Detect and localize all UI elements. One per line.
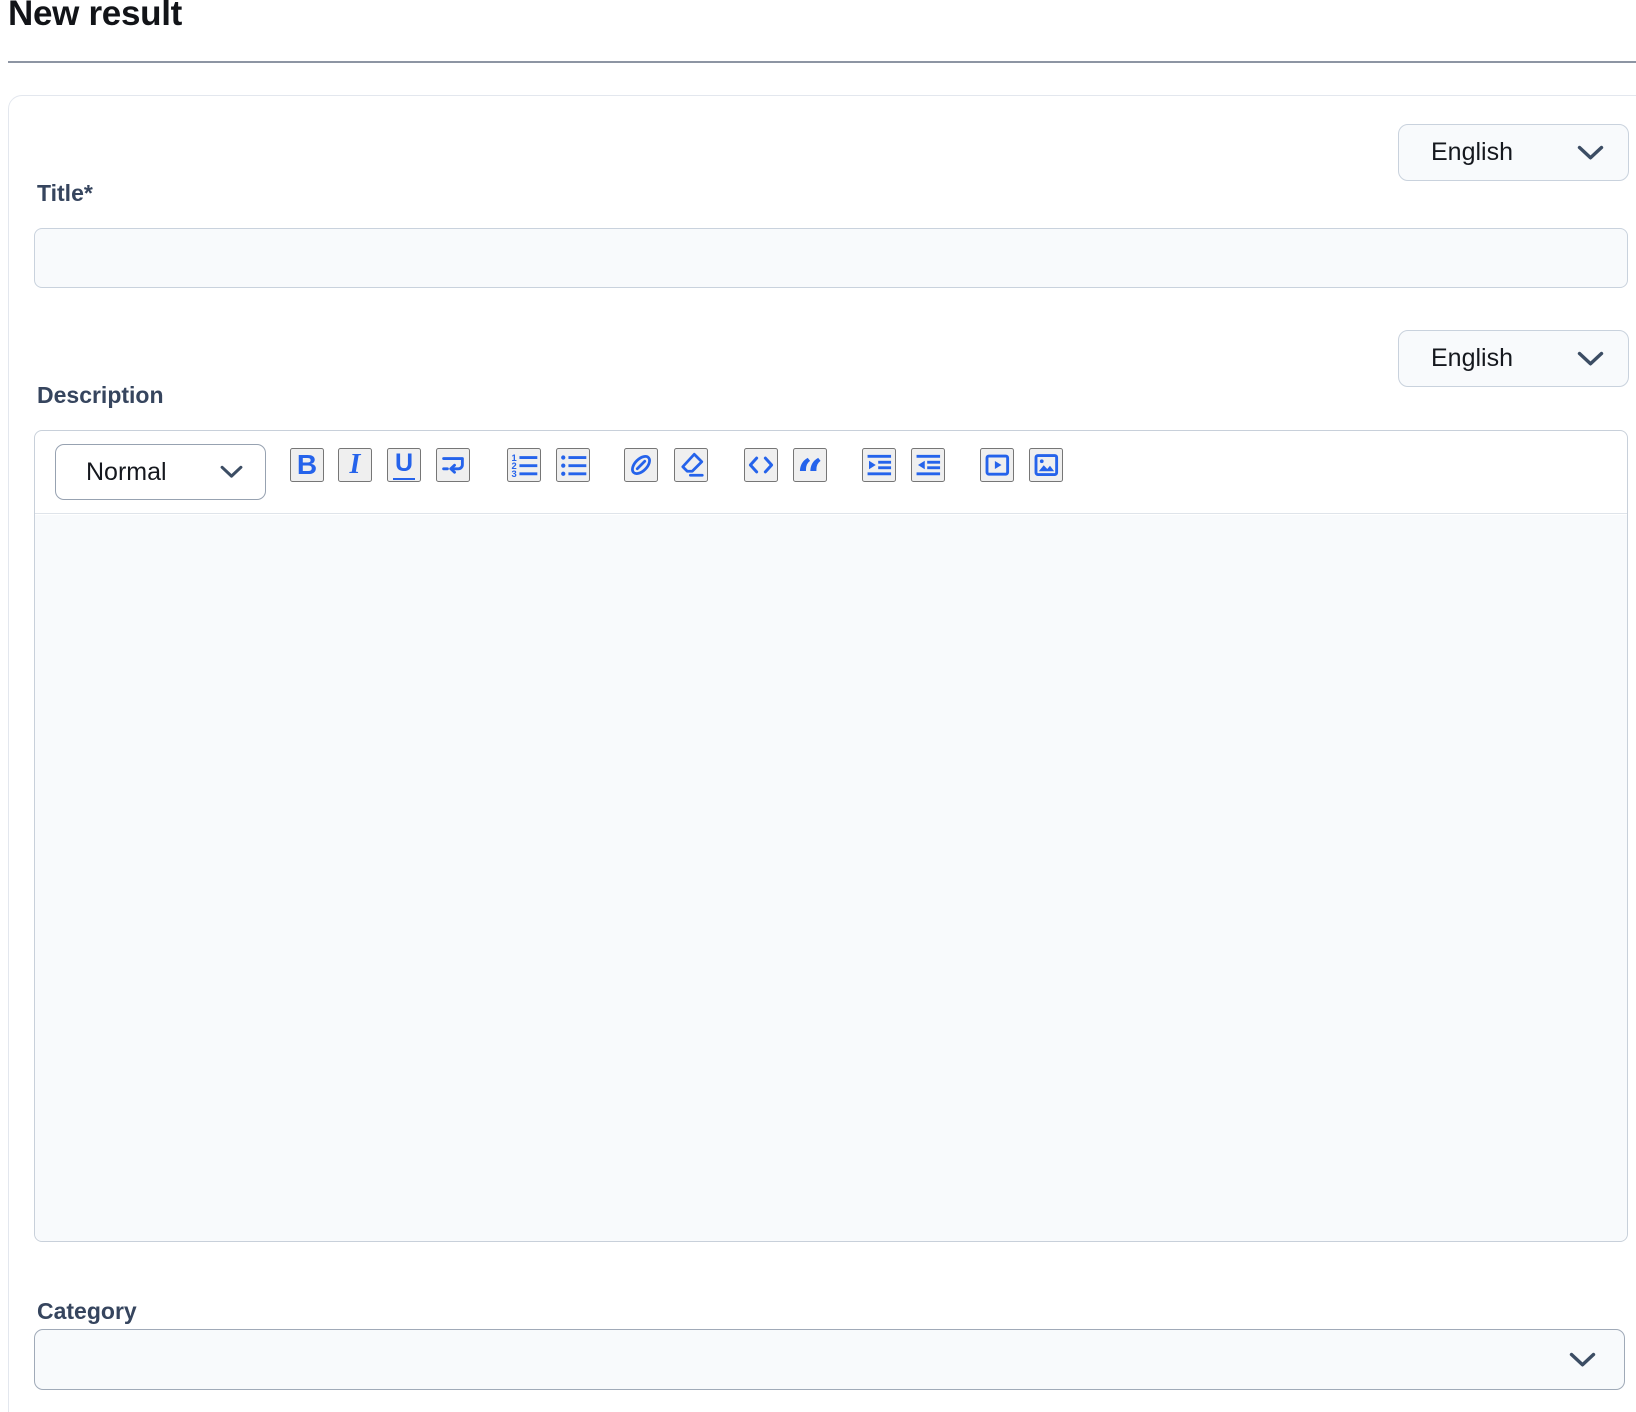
italic-icon: I xyxy=(350,448,361,482)
video-icon xyxy=(982,450,1012,480)
indent-icon xyxy=(864,450,894,480)
blockquote-icon: “ xyxy=(797,464,823,488)
chevron-down-icon xyxy=(1577,351,1604,367)
bold-icon: B xyxy=(297,448,317,482)
page: New result English Title* English Descri… xyxy=(0,0,1636,1412)
svg-text:3: 3 xyxy=(512,469,517,479)
ordered-list-button[interactable]: 123 xyxy=(507,448,541,482)
italic-button[interactable]: I xyxy=(338,448,372,482)
image-button[interactable] xyxy=(1029,448,1063,482)
category-label: Category xyxy=(37,1298,137,1325)
description-label: Description xyxy=(37,382,164,409)
code-icon xyxy=(746,450,776,480)
divider xyxy=(8,61,1636,63)
description-language-select[interactable]: English xyxy=(1398,330,1629,387)
page-title: New result xyxy=(8,0,182,34)
editor-toolbar: Normal B I U xyxy=(35,431,1627,514)
indent-button[interactable] xyxy=(862,448,896,482)
clean-format-icon xyxy=(676,450,706,480)
chevron-down-icon xyxy=(220,465,243,479)
underline-button[interactable]: U xyxy=(387,448,421,482)
line-break-button[interactable] xyxy=(436,448,470,482)
outdent-button[interactable] xyxy=(911,448,945,482)
title-language-select[interactable]: English xyxy=(1398,124,1629,181)
underline-icon: U xyxy=(393,450,415,480)
outdent-icon xyxy=(913,450,943,480)
bullet-list-icon xyxy=(558,450,588,480)
ordered-list-icon: 123 xyxy=(509,450,539,480)
category-select[interactable] xyxy=(34,1329,1625,1390)
bullet-list-button[interactable] xyxy=(556,448,590,482)
line-break-icon xyxy=(438,450,468,480)
format-select-value: Normal xyxy=(86,458,167,487)
title-input[interactable] xyxy=(34,228,1628,288)
chevron-down-icon xyxy=(1577,145,1604,161)
title-label: Title* xyxy=(37,180,93,207)
chevron-down-icon xyxy=(1569,1352,1596,1368)
link-button[interactable] xyxy=(624,448,658,482)
link-icon xyxy=(626,450,656,480)
title-language-value: English xyxy=(1431,138,1513,167)
format-select[interactable]: Normal xyxy=(55,444,266,500)
image-icon xyxy=(1031,450,1061,480)
blockquote-button[interactable]: “ xyxy=(793,448,827,482)
code-button[interactable] xyxy=(744,448,778,482)
form-card: English Title* English Description Norma… xyxy=(8,95,1636,1412)
rich-text-editor: Normal B I U xyxy=(34,430,1628,1242)
editor-content[interactable] xyxy=(35,515,1627,1241)
video-button[interactable] xyxy=(980,448,1014,482)
clean-format-button[interactable] xyxy=(674,448,708,482)
description-language-value: English xyxy=(1431,344,1513,373)
bold-button[interactable]: B xyxy=(290,448,324,482)
